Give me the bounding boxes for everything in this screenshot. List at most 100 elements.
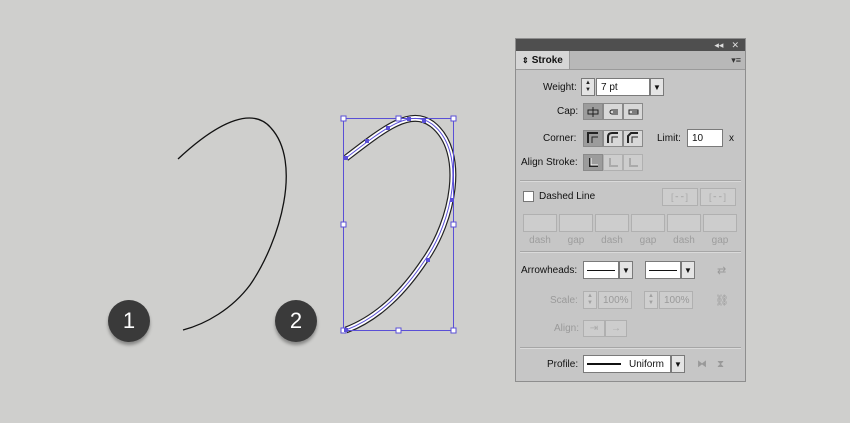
limit-field[interactable]: 10 [687,129,723,147]
resize-handle[interactable] [395,327,402,334]
curve-path-1[interactable] [177,117,287,331]
profile-dropdown-button[interactable]: ▼ [671,355,685,373]
resize-handle[interactable] [395,115,402,122]
dash-gap-fields [523,214,737,232]
align-outside-icon [629,157,638,167]
round-join-button[interactable] [603,129,623,147]
divider [520,347,741,349]
weight-dropdown-button[interactable]: ▼ [650,78,664,96]
resize-handle[interactable] [450,327,457,334]
round-cap-button[interactable] [603,103,623,120]
panel-title-strip: ◂◂ ✕ [516,39,745,51]
corner-label: Corner: [543,132,577,144]
bevel-join-button[interactable] [623,129,643,147]
profile-select[interactable]: Uniform [583,355,671,373]
dash-field-1[interactable] [523,214,557,232]
profile-value: Uniform [629,358,665,370]
dashed-line-label: Dashed Line [539,191,596,202]
gap-label: gap [567,235,585,246]
arrow-end-icon: → [611,323,621,334]
align-stroke-row: Align Stroke: [521,154,643,171]
weight-field[interactable]: 7 pt [596,78,650,96]
limit-value: 10 [692,132,704,144]
line-preview-icon [587,269,615,271]
tab-stroke-label: Stroke [531,54,563,66]
round-join-icon [607,132,618,143]
align-stroke-label: Align Stroke: [521,157,578,168]
align-dash-corners-button[interactable]: [⁃⁃] [700,188,736,206]
weight-stepper[interactable]: ▲ ▼ [581,78,595,96]
end-scale-field[interactable]: 100% [659,291,693,309]
swap-arrowheads-icon[interactable]: ⇄ [717,264,726,277]
flip-along-icon[interactable]: ⧓ [697,359,707,370]
start-scale-field[interactable]: 100% [598,291,632,309]
resize-handle[interactable] [340,115,347,122]
collapse-panel-icon[interactable]: ◂◂ [714,40,723,51]
flip-across-icon[interactable]: ⧗ [717,359,724,370]
align-label: Align: [554,323,580,334]
profile-line-preview [587,363,621,365]
end-arrowhead-dropdown-button[interactable]: ▼ [681,261,695,279]
dash-field-2[interactable] [595,214,629,232]
bevel-join-icon [627,132,638,143]
resize-handle[interactable] [340,221,347,228]
start-arrowhead-dropdown-button[interactable]: ▼ [619,261,633,279]
start-scale-value: 100% [603,294,629,306]
gap-field-1[interactable] [559,214,593,232]
place-arrow-tip-button[interactable]: → [605,320,627,337]
miter-join-button[interactable] [583,129,603,147]
panel-tab-row: ⇕ Stroke ▾≡ [516,51,745,70]
projecting-cap-icon [628,109,639,114]
end-arrowhead-select[interactable] [645,261,681,279]
limit-label: Limit: [657,132,681,144]
start-scale-stepper[interactable]: ▲ ▼ [583,291,597,309]
curve-path-2[interactable] [343,114,457,334]
extend-arrow-tip-button[interactable]: ⇥ [583,320,605,337]
weight-value: 7 pt [601,81,618,93]
align-center-button[interactable] [583,154,603,171]
step-number: 2 [289,308,303,333]
dash-preserve-icon: [⁃⁃] [670,191,689,202]
projecting-cap-button[interactable] [623,103,643,120]
stroke-panel: ◂◂ ✕ ⇕ Stroke ▾≡ Weight: ▲ ▼ 7 pt ▼ Cap: … [515,38,746,382]
tab-stroke[interactable]: ⇕ Stroke [516,51,570,69]
cap-row: Cap: [557,103,643,120]
preserve-dash-button[interactable]: [⁃⁃] [662,188,698,206]
link-scale-icon[interactable]: ⛓ [715,294,729,307]
dash-field-3[interactable] [667,214,701,232]
resize-handle[interactable] [450,221,457,228]
dash-label: dash [529,235,551,246]
gap-field-3[interactable] [703,214,737,232]
end-scale-value: 100% [664,294,690,306]
round-cap-icon [609,109,618,114]
arrowheads-label: Arrowheads: [521,264,578,276]
line-preview-icon [649,269,677,271]
divider [520,251,741,253]
butt-cap-button[interactable] [583,103,603,120]
limit-unit: x [729,132,734,144]
align-outside-button[interactable] [623,154,643,171]
dash-corners-icon: [⁃⁃] [708,191,727,202]
close-panel-icon[interactable]: ✕ [731,40,739,51]
resize-handle[interactable] [450,115,457,122]
start-arrowhead-select[interactable] [583,261,619,279]
gap-label: gap [711,235,729,246]
arrow-align-row: Align: ⇥ → [554,320,627,337]
gap-field-2[interactable] [631,214,665,232]
end-scale-stepper[interactable]: ▲ ▼ [644,291,658,309]
panel-menu-icon[interactable]: ▾≡ [731,55,741,66]
dash-label: dash [673,235,695,246]
scale-label: Scale: [550,294,578,306]
arrowheads-row: Arrowheads: ▼ ▼ ⇄ [521,261,726,279]
align-inside-button[interactable] [603,154,623,171]
dashed-line-checkbox[interactable] [523,191,534,202]
dashed-line-row: Dashed Line [523,191,595,202]
dash-gap-labels: dash gap dash gap dash gap [522,235,738,246]
dash-label: dash [601,235,623,246]
butt-cap-icon [587,106,599,117]
cap-label: Cap: [557,106,579,117]
arrow-tip-icon: ⇥ [589,323,599,334]
artboard[interactable]: 1 2 [0,0,500,418]
weight-label: Weight: [543,81,577,93]
weight-row: Weight: ▲ ▼ 7 pt ▼ [543,78,664,96]
